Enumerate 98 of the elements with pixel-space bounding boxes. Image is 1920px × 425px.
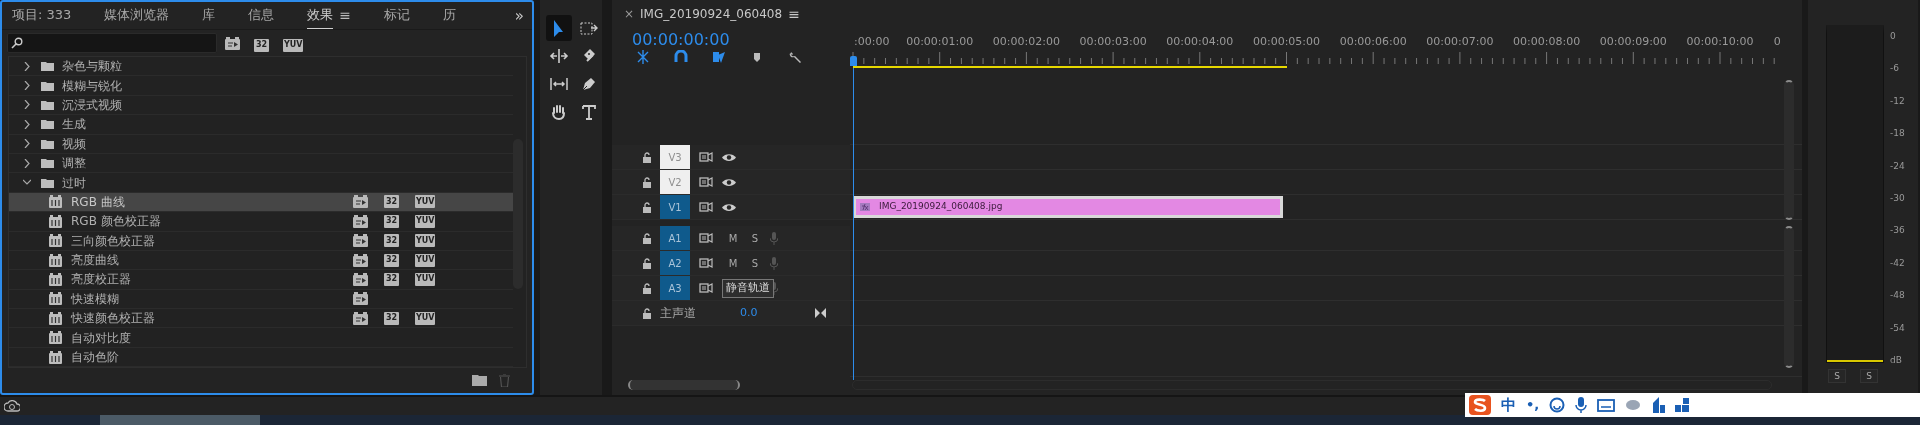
effect-row[interactable]: 自动对比度	[9, 328, 513, 348]
meter-scale-label: -18	[1890, 127, 1905, 141]
effect-badge: 32	[384, 214, 399, 228]
effect-row[interactable]: 亮度校正器 32 YUV	[9, 270, 513, 290]
effect-badge: YUV	[415, 311, 436, 325]
meter-scale-label: -30	[1890, 192, 1905, 205]
ruler-time-label: 00:00:03:00	[1079, 34, 1147, 50]
tree-row[interactable]: 模糊与锐化	[9, 76, 513, 96]
meter-scale-label: -6	[1890, 62, 1899, 76]
ruler-time-label: :00:00	[854, 34, 890, 50]
effect-label: RGB 曲线	[71, 193, 126, 211]
effect-badge: 32	[384, 234, 399, 248]
effect-label: 自动对比度	[71, 329, 132, 347]
panel-tab[interactable]: 媒体浏览器	[104, 2, 170, 29]
effect-badge: YUV	[415, 253, 436, 267]
close-button[interactable]: ×	[624, 5, 635, 23]
effect-row[interactable]: 快速颜色校正器 32 YUV	[9, 309, 513, 329]
effect-badge: YUV	[415, 273, 436, 286]
ruler-time-label: 0	[1773, 34, 1781, 50]
clip-name: IMG_20190924_060408.jpg	[879, 200, 1003, 214]
punctuation-mode[interactable]: •,	[1526, 395, 1540, 415]
track-target[interactable]: V1	[660, 195, 690, 219]
folder-label: 杂色与颗粒	[62, 58, 122, 76]
folder-label: 视频	[62, 135, 86, 153]
volume-value[interactable]: 0.0	[740, 304, 815, 322]
ruler-time-label: 00:00:05:00	[1252, 34, 1321, 50]
effect-badge: YUV	[415, 234, 436, 248]
folder-label: 沉浸式视频	[62, 96, 122, 114]
track-target[interactable]: A3	[660, 276, 690, 300]
tree-row[interactable]: 生成	[9, 115, 513, 135]
folder-label: 生成	[62, 116, 86, 134]
panel-menu-icon[interactable]: ≡	[339, 5, 352, 26]
folder-label: 调整	[62, 155, 86, 173]
effect-label: 亮度曲线	[71, 252, 120, 270]
meter-scale-label: 0	[1890, 30, 1896, 43]
panel-tab[interactable]: 库	[202, 2, 216, 29]
ruler-time-label: 00:00:08:00	[1513, 34, 1581, 50]
folder-label: 模糊与锐化	[62, 77, 122, 95]
track-name: 主声道	[660, 305, 697, 322]
solo-button[interactable]: S	[744, 255, 766, 271]
effect-badge: 32	[384, 195, 399, 209]
meter-scale-label: -24	[1890, 159, 1905, 173]
ruler-time-label: 00:00:04:00	[1166, 34, 1234, 50]
panel-tab[interactable]: 标记	[384, 2, 411, 29]
effect-row[interactable]: RGB 颜色校正器 32 YUV	[9, 212, 513, 232]
meter-scale-label: dB	[1890, 354, 1902, 367]
time-ruler[interactable]: :00:00 00:00:01:00 00:00:02:00 00:00:03:00 00:00:04:00 00:00:05:00 00:00:06:00 00:00:07:00 00:00:08:00 00:00:09:00 00:00:10:00 0	[850, 28, 1802, 75]
ruler-time-label: 00:00:02:00	[992, 34, 1060, 50]
effect-badge: YUV	[415, 214, 436, 228]
input-method-bar[interactable]: 中 •,	[1465, 393, 1920, 417]
effect-label: 快速模糊	[71, 290, 120, 308]
effect-label: 三向颜色校正器	[71, 232, 156, 250]
panel-menu-icon[interactable]: ≡	[788, 3, 800, 25]
panel-tab[interactable]: 项目: 333	[12, 2, 72, 29]
tree-row[interactable]: 沉浸式视频	[9, 95, 513, 116]
tree-row[interactable]: 视频	[9, 134, 513, 154]
effect-row[interactable]: 自动色阶	[9, 347, 513, 367]
tree-row[interactable]: 调整	[9, 153, 513, 174]
ruler-time-label: 00:00:07:00	[1426, 34, 1494, 50]
effect-row[interactable]: RGB 曲线 32 YUV	[9, 192, 513, 213]
effect-badge: 32	[384, 253, 399, 267]
meter-scale-label: -42	[1890, 256, 1905, 270]
track-target[interactable]: A1	[660, 226, 690, 250]
effect-row[interactable]: 快速模糊	[9, 289, 513, 310]
ruler-time-label: 00:00:01:00	[906, 34, 974, 50]
solo-button[interactable]: S	[1828, 369, 1846, 383]
solo-button[interactable]: S	[744, 230, 766, 246]
effect-badge: 32	[384, 311, 399, 325]
effect-label: 快速颜色校正器	[71, 310, 156, 328]
ruler-time-label: 00:00:06:00	[1339, 34, 1407, 50]
effect-label: 自动色阶	[71, 349, 120, 367]
effect-row[interactable]: 亮度曲线 32 YUV	[9, 250, 513, 271]
panel-tab[interactable]: 信息	[248, 2, 275, 29]
effect-badge: YUV	[415, 195, 436, 209]
panel-tab[interactable]: 效果	[307, 2, 334, 29]
input-mode[interactable]: 中	[1501, 393, 1516, 417]
meter-scale-label: -36	[1890, 224, 1905, 238]
meter-scale-label: -54	[1890, 321, 1905, 335]
tooltip: 静音轨道	[722, 279, 774, 298]
mute-button[interactable]: M	[722, 230, 744, 246]
sequence-tab[interactable]: IMG_20190924_060408	[640, 5, 783, 23]
mute-button[interactable]: M	[722, 255, 744, 271]
meter-scale-label: -12	[1890, 94, 1905, 108]
effect-label: RGB 颜色校正器	[71, 213, 162, 231]
tree-row[interactable]: 过时	[9, 173, 513, 193]
video-clip[interactable]: IMG_20190924_060408.jpg	[853, 196, 1283, 218]
effect-label: 亮度校正器	[71, 271, 132, 289]
effect-badge: 32	[384, 273, 399, 286]
folder-label: 过时	[62, 174, 86, 192]
tree-row[interactable]: 杂色与颗粒	[9, 57, 513, 77]
ruler-time-label: 00:00:10:00	[1686, 34, 1754, 50]
solo-button[interactable]: S	[1860, 369, 1878, 383]
timecode[interactable]: 00:00:00:00	[632, 28, 850, 50]
effect-row[interactable]: 三向颜色校正器 32 YUV	[9, 231, 513, 251]
track-target[interactable]: A2	[660, 251, 690, 275]
ruler-time-label: 00:00:09:00	[1599, 34, 1667, 50]
panel-tab[interactable]: 历	[443, 2, 457, 29]
meter-scale-label: -48	[1890, 289, 1905, 303]
